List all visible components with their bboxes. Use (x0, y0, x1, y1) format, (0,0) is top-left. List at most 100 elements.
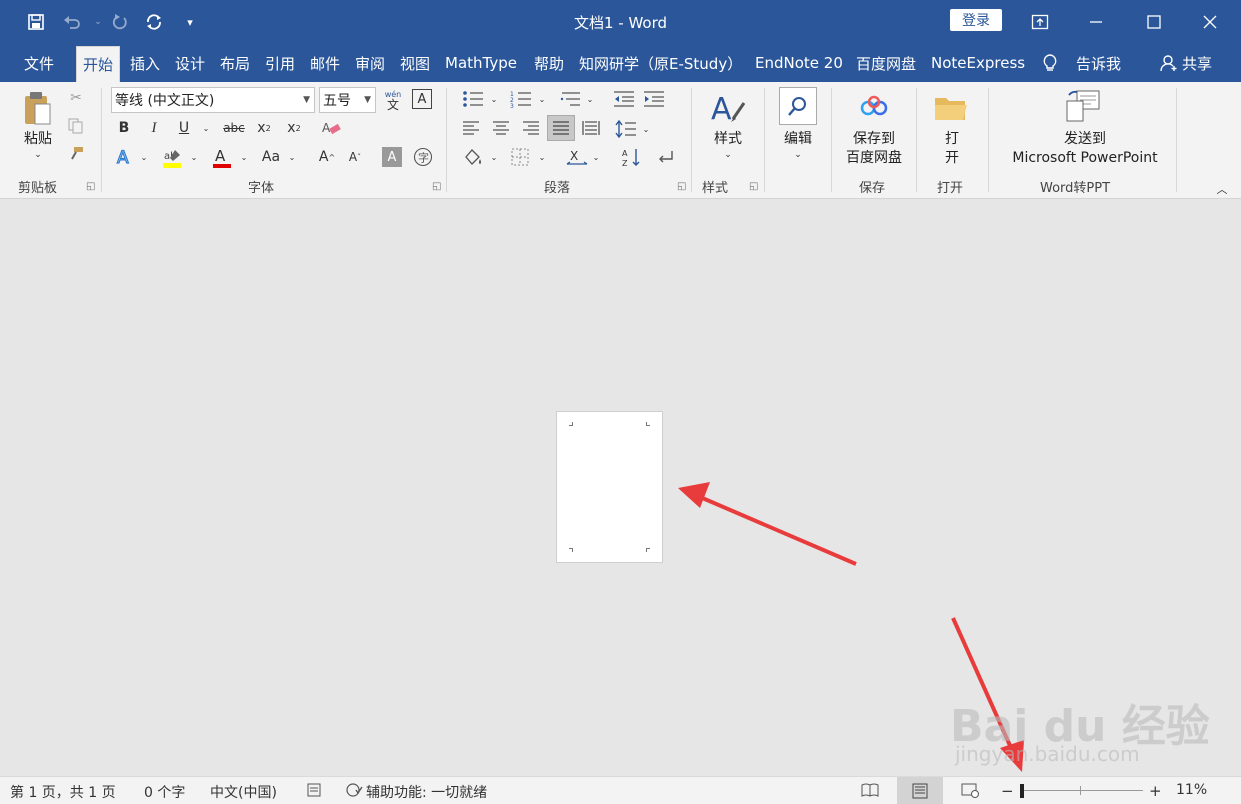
paste-dropdown-icon[interactable]: ⌄ (32, 150, 44, 160)
paragraph-launcher-icon[interactable]: ◱ (677, 181, 686, 192)
find-icon[interactable] (779, 87, 817, 125)
highlight-dropdown-icon[interactable]: ⌄ (188, 150, 200, 164)
font-size-combo[interactable]: 五号 ▼ (319, 87, 376, 113)
tab-layout[interactable]: 布局 (220, 44, 250, 82)
editing-button[interactable]: 编辑 (778, 130, 818, 149)
font-launcher-icon[interactable]: ◱ (432, 181, 441, 192)
tab-file[interactable]: 文件 (24, 44, 54, 82)
read-mode-icon[interactable] (860, 782, 880, 802)
lightbulb-icon[interactable] (1042, 44, 1058, 82)
font-name-combo[interactable]: 等线 (中文正文) ▼ (111, 87, 315, 113)
align-right-icon[interactable] (520, 118, 542, 138)
tab-help[interactable]: 帮助 (534, 44, 564, 82)
align-left-icon[interactable] (460, 118, 482, 138)
clear-formatting-icon[interactable]: A (318, 118, 344, 138)
tab-noteexpress[interactable]: NoteExpress (931, 44, 1025, 82)
save-to-baidu-button[interactable]: 保存到 百度网盘 (840, 130, 908, 168)
enclose-characters-icon[interactable]: 字 (412, 146, 434, 168)
baidu-netdisk-icon[interactable] (856, 92, 892, 124)
share-button[interactable]: 共享 (1182, 44, 1212, 82)
tab-baidu-netdisk[interactable]: 百度网盘 (856, 44, 916, 82)
send-to-powerpoint-button[interactable]: 发送到 Microsoft PowerPoint (1000, 130, 1170, 168)
borders-icon[interactable] (508, 146, 532, 168)
tab-home[interactable]: 开始 (76, 46, 121, 82)
multilevel-dropdown-icon[interactable]: ⌄ (584, 92, 596, 106)
change-case-button[interactable]: Aa (258, 146, 284, 168)
open-folder-icon[interactable] (932, 92, 970, 124)
styles-launcher-icon[interactable]: ◱ (749, 181, 758, 192)
font-color-icon[interactable]: A (210, 146, 234, 170)
subscript-icon[interactable]: x2 (254, 118, 274, 138)
grow-font-icon[interactable]: A ^ (316, 146, 338, 168)
paste-icon[interactable] (20, 88, 54, 128)
cut-icon[interactable]: ✂ (66, 88, 86, 108)
clipboard-launcher-icon[interactable]: ◱ (86, 181, 95, 192)
line-spacing-dropdown-icon[interactable]: ⌄ (640, 122, 652, 136)
styles-icon[interactable]: A (708, 88, 748, 128)
bold-icon[interactable]: B (114, 118, 134, 138)
character-shading-icon[interactable]: A (382, 147, 402, 167)
send-to-powerpoint-icon[interactable] (1062, 88, 1102, 124)
multilevel-list-icon[interactable] (558, 88, 584, 110)
tab-references[interactable]: 引用 (265, 44, 295, 82)
zoom-slider[interactable] (1021, 790, 1143, 791)
sort-icon[interactable]: AZ (620, 146, 644, 168)
login-button[interactable]: 登录 (950, 9, 1002, 31)
tab-view[interactable]: 视图 (400, 44, 430, 82)
ribbon-display-options-icon[interactable] (1020, 8, 1060, 36)
show-marks-icon[interactable] (654, 146, 678, 168)
accessibility-icon[interactable] (345, 782, 363, 802)
minimize-icon[interactable] (1076, 8, 1116, 36)
zoom-out-icon[interactable]: − (1001, 782, 1014, 800)
tab-review[interactable]: 审阅 (355, 44, 385, 82)
styles-button[interactable]: 样式 (708, 130, 748, 149)
maximize-icon[interactable] (1134, 8, 1174, 36)
font-color-dropdown-icon[interactable]: ⌄ (238, 150, 250, 164)
character-border-icon[interactable]: A (412, 89, 432, 109)
shrink-font-icon[interactable]: Aˇ (344, 146, 366, 168)
distributed-icon[interactable] (580, 118, 602, 138)
increase-indent-icon[interactable] (642, 88, 666, 110)
chinese-layout-dropdown-icon[interactable]: ⌄ (590, 150, 602, 164)
editing-dropdown-icon[interactable]: ⌄ (792, 150, 804, 160)
italic-icon[interactable]: I (144, 118, 164, 138)
phonetic-guide-button[interactable]: wén 文 (382, 87, 404, 113)
align-center-icon[interactable] (490, 118, 512, 138)
share-icon[interactable] (1160, 44, 1178, 82)
tab-insert[interactable]: 插入 (130, 44, 160, 82)
document-page[interactable] (556, 411, 663, 563)
zoom-in-icon[interactable]: + (1149, 782, 1162, 800)
zoom-level[interactable]: 11% (1176, 782, 1207, 798)
justify-icon[interactable] (547, 115, 575, 141)
print-layout-icon[interactable] (897, 777, 943, 804)
tell-me-search[interactable]: 告诉我 (1076, 44, 1121, 82)
page-count[interactable]: 第 1 页，共 1 页 (10, 782, 116, 802)
line-spacing-icon[interactable] (614, 118, 638, 140)
accessibility-status[interactable]: 辅助功能: 一切就绪 (366, 782, 487, 802)
change-case-dropdown-icon[interactable]: ⌄ (286, 150, 298, 164)
web-layout-icon[interactable] (960, 782, 980, 802)
shading-dropdown-icon[interactable]: ⌄ (488, 150, 500, 164)
collapse-ribbon-icon[interactable]: ︿ (1212, 182, 1232, 196)
numbering-icon[interactable]: 123 (508, 88, 534, 110)
strikethrough-icon[interactable]: abc (222, 118, 246, 138)
bullets-dropdown-icon[interactable]: ⌄ (488, 92, 500, 106)
zoom-slider-thumb[interactable] (1020, 784, 1024, 798)
highlight-color-icon[interactable]: ab (160, 146, 184, 170)
chinese-layout-icon[interactable]: X (564, 146, 590, 168)
paste-button[interactable]: 粘贴 (20, 130, 56, 149)
format-painter-icon[interactable] (66, 144, 86, 164)
tab-mathtype[interactable]: MathType (445, 44, 517, 82)
language-indicator[interactable]: 中文(中国) (210, 782, 277, 802)
styles-dropdown-icon[interactable]: ⌄ (722, 150, 734, 160)
word-count[interactable]: 0 个字 (144, 782, 185, 802)
tab-endnote[interactable]: EndNote 20 (755, 44, 843, 82)
underline-dropdown-icon[interactable]: ⌄ (200, 118, 212, 138)
copy-icon[interactable] (66, 116, 86, 136)
open-button[interactable]: 打开 (932, 130, 972, 168)
underline-icon[interactable]: U (174, 118, 194, 138)
tab-design[interactable]: 设计 (175, 44, 205, 82)
borders-dropdown-icon[interactable]: ⌄ (536, 150, 548, 164)
close-icon[interactable] (1190, 8, 1230, 36)
shading-icon[interactable] (460, 146, 486, 168)
